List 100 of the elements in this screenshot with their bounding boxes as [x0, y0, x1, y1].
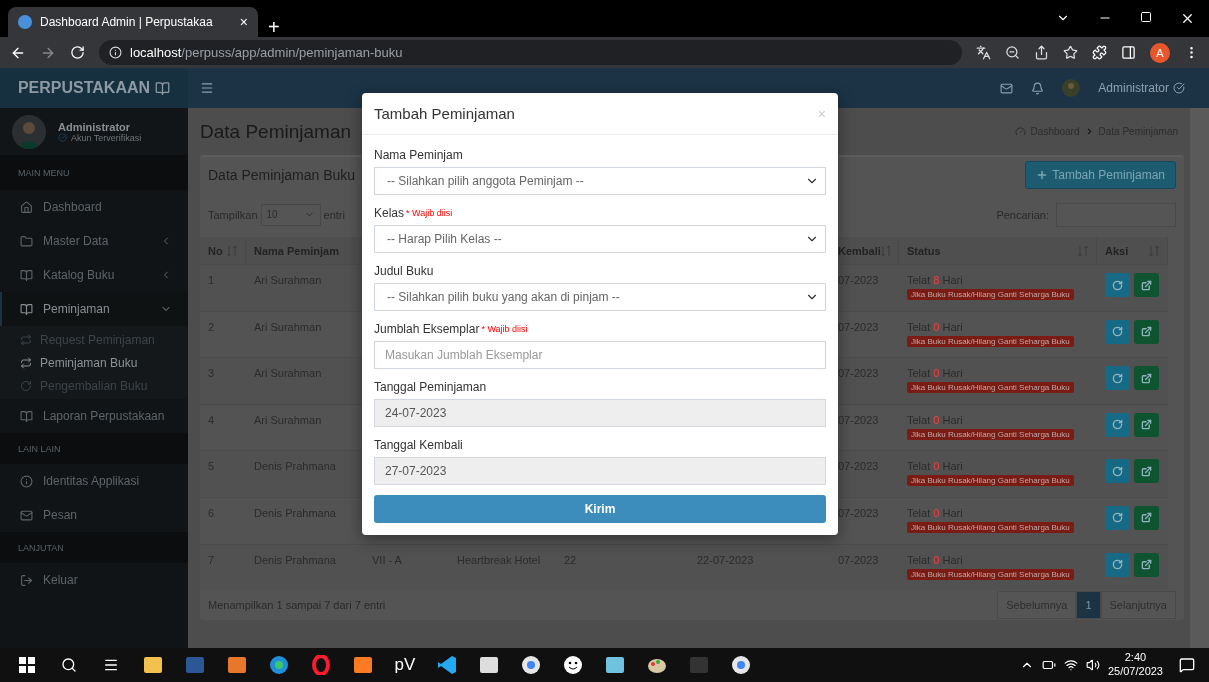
extensions-icon[interactable] — [1092, 45, 1107, 60]
field-label: Jumblah Eksemplar * Wajib diisi — [374, 321, 529, 337]
info-icon — [109, 46, 122, 59]
close-icon[interactable] — [1180, 11, 1195, 26]
smiley-icon[interactable] — [563, 655, 583, 675]
close-button[interactable]: × — [817, 105, 826, 122]
new-tab-button[interactable]: + — [268, 17, 280, 37]
refresh-icon — [1112, 372, 1123, 384]
field-label: Judul Buku — [374, 263, 435, 279]
input-field[interactable]: Masukan Jumblah Eksemplar — [374, 341, 826, 369]
external-link-icon — [1141, 512, 1152, 524]
detail-button[interactable] — [1134, 552, 1159, 577]
bookmark-star-icon[interactable] — [1063, 45, 1078, 60]
return-button[interactable] — [1105, 366, 1130, 391]
return-button[interactable] — [1105, 412, 1130, 437]
warning-badge: Jika Buku Rusak/Hilang Ganti Seharga Buku — [907, 568, 1074, 580]
sidebar-item[interactable]: Laporan Perpustakaan — [0, 399, 188, 433]
select-field[interactable]: -- Silahkan pilih anggota Peminjam -- — [374, 167, 826, 195]
refresh-icon — [20, 379, 32, 392]
menu-section-header: LAIN LAIN — [0, 433, 188, 464]
profile-avatar[interactable]: A — [1150, 42, 1170, 63]
return-button[interactable] — [1105, 459, 1130, 484]
detail-button[interactable] — [1134, 505, 1159, 530]
field-label: Kelas * Wajib diisi — [374, 205, 454, 221]
search-icon[interactable] — [61, 657, 77, 673]
external-link-icon — [1141, 465, 1152, 477]
verified-icon — [1173, 82, 1185, 94]
submit-button[interactable]: Kirim — [374, 495, 826, 523]
warning-badge: Jika Buku Rusak/Hilang Ganti Seharga Buku — [907, 475, 1074, 487]
date-field[interactable]: 27-07-2023 — [374, 457, 826, 485]
sidebar-item[interactable]: Identitas Applikasi — [0, 464, 188, 498]
mail-icon[interactable] — [1000, 81, 1014, 95]
warning-badge: Jika Buku Rusak/Hilang Ganti Seharga Buku — [907, 335, 1074, 347]
scrollbar[interactable] — [1190, 108, 1209, 648]
verified-icon — [58, 133, 67, 142]
field-label: Tanggal Kembali — [374, 437, 464, 453]
user-menu[interactable]: Administrator — [1098, 81, 1169, 95]
detail-button[interactable] — [1134, 412, 1159, 437]
date-field[interactable]: 24-07-2023 — [374, 399, 826, 427]
external-link-icon — [1141, 419, 1152, 431]
return-button[interactable] — [1105, 273, 1130, 297]
battery-icon[interactable] — [1041, 658, 1056, 672]
notification-icon[interactable] — [1179, 657, 1195, 673]
sidebar-item[interactable]: Dashboard — [0, 190, 188, 224]
field-label: Nama Peminjam — [374, 147, 464, 163]
sidebar-item[interactable]: Pesan — [0, 498, 188, 532]
warning-badge: Jika Buku Rusak/Hilang Ganti Seharga Buku — [907, 382, 1074, 394]
bell-icon[interactable] — [1031, 81, 1045, 95]
book-icon — [20, 302, 33, 316]
add-loan-button[interactable]: Tambah Peminjaman — [1025, 160, 1176, 189]
mail-icon — [20, 508, 33, 522]
detail-button[interactable] — [1134, 366, 1159, 391]
translate-icon[interactable] — [976, 45, 991, 60]
external-link-icon — [1141, 559, 1152, 571]
sidebar-item[interactable]: Katalog Buku — [0, 258, 188, 292]
submenu-item[interactable]: Peminjaman Buku — [0, 351, 188, 374]
browser-tab[interactable]: Dashboard Admin | Perpustakaa × — [8, 7, 258, 37]
sidebar-item[interactable]: Master Data — [0, 224, 188, 258]
sidebar-item[interactable]: Keluar — [0, 563, 188, 597]
detail-button[interactable] — [1134, 319, 1159, 344]
task-view-icon[interactable] — [103, 657, 119, 673]
brand-logo[interactable]: PERPUSTAKAAN — [0, 68, 188, 108]
avatar-icon — [1062, 79, 1081, 97]
pagination-button[interactable]: 1 — [1076, 591, 1101, 620]
tab-close-button[interactable]: × — [239, 15, 248, 29]
share-icon[interactable] — [1034, 45, 1049, 60]
wifi-icon[interactable] — [1063, 658, 1078, 672]
zoom-out-icon[interactable] — [1005, 45, 1020, 60]
side-panel-icon[interactable] — [1121, 45, 1136, 60]
refresh-icon — [1112, 279, 1123, 291]
book-icon — [155, 80, 171, 96]
windows-start-icon[interactable] — [19, 657, 35, 673]
warning-badge: Jika Buku Rusak/Hilang Ganti Seharga Buku — [907, 521, 1074, 533]
external-link-icon — [1141, 279, 1152, 291]
select-field[interactable]: -- Silahkan pilih buku yang akan di pinjam -- — [374, 283, 826, 311]
return-button[interactable] — [1105, 552, 1130, 577]
detail-button[interactable] — [1134, 273, 1159, 297]
user-name: Administrator — [58, 120, 132, 133]
address-bar[interactable]: localhost/perpuss/app/admin/peminjaman-buku — [99, 40, 962, 65]
detail-button[interactable] — [1134, 459, 1159, 484]
swap-arrows-icon — [20, 356, 32, 369]
volume-icon[interactable] — [1085, 658, 1100, 672]
external-link-icon — [1141, 372, 1152, 384]
field-label: Tanggal Peminjaman — [374, 379, 488, 395]
select-field[interactable]: -- Harap Pilih Kelas -- — [374, 225, 826, 253]
taskbar-clock[interactable]: 2:40 25/07/2023 — [1107, 651, 1163, 679]
return-button[interactable] — [1105, 319, 1130, 344]
refresh-icon — [1112, 419, 1123, 431]
external-link-icon — [1141, 326, 1152, 338]
info-icon — [20, 474, 33, 488]
logout-icon — [20, 573, 33, 587]
home-icon — [20, 200, 33, 214]
return-button[interactable] — [1105, 505, 1130, 530]
reload-icon[interactable] — [70, 45, 85, 60]
menu-section-header: LANJUTAN — [0, 532, 188, 563]
warning-badge: Jika Buku Rusak/Hilang Ganti Seharga Buku — [907, 289, 1074, 300]
text-app[interactable]: pV — [394, 655, 416, 675]
dashboard-gauge-icon — [1014, 126, 1026, 137]
restore-icon[interactable] — [1140, 11, 1152, 23]
user-avatar — [12, 114, 46, 149]
